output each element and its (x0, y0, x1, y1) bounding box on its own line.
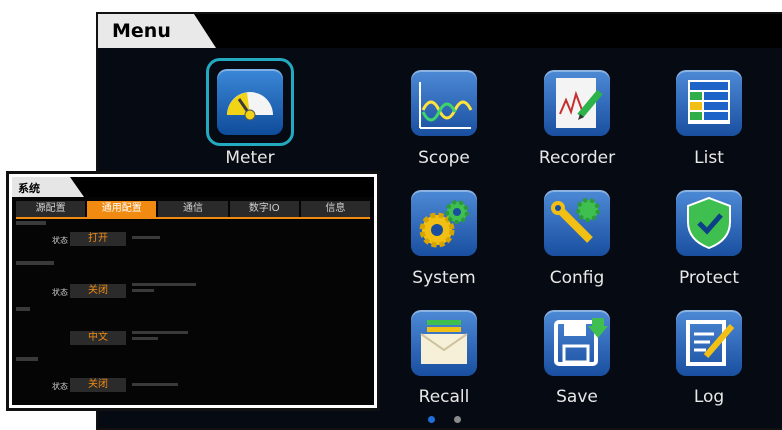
menu-title: Menu (112, 20, 171, 42)
menu-header: Menu (98, 14, 782, 48)
value-field-1[interactable]: 打开 (70, 232, 126, 246)
app-label-meter: Meter (225, 148, 275, 168)
app-config[interactable] (544, 190, 610, 256)
settings-title: 系统 (18, 183, 40, 195)
waveform-icon (419, 82, 473, 129)
tab-digital-io[interactable]: 数字IO (229, 201, 299, 217)
app-label-list: List (694, 148, 724, 168)
section-heading-4 (16, 357, 38, 361)
row-label-1: 状态 (52, 236, 68, 245)
note-3b (132, 337, 158, 340)
gears-icon (419, 200, 469, 248)
notepad-icon (686, 320, 735, 366)
app-label-system: System (412, 268, 476, 288)
settings-inset: 系统 源配置 通用配置 通信 数字IO 信息 状态 打开 状态 关闭 中文 状态… (6, 171, 380, 411)
section-heading-3 (16, 307, 30, 311)
page-dot[interactable] (454, 416, 461, 423)
value-field-2[interactable]: 关闭 (70, 284, 126, 298)
settings-title-tab: 系统 (12, 177, 84, 197)
app-label-log: Log (693, 387, 725, 407)
app-meter[interactable] (217, 69, 283, 135)
tab-source-config[interactable]: 源配置 (16, 201, 86, 217)
app-label-save: Save (556, 387, 598, 407)
app-label-recorder: Recorder (538, 148, 616, 168)
recall-tray-icon (420, 320, 468, 364)
app-scope[interactable] (411, 70, 477, 136)
shield-check-icon (687, 196, 731, 250)
app-system[interactable] (411, 190, 477, 256)
settings-header: 系统 (12, 177, 374, 197)
app-recall[interactable] (411, 310, 477, 376)
app-save[interactable] (544, 310, 610, 376)
list-icon (688, 80, 730, 124)
menu-title-tab: Menu (98, 14, 216, 48)
tab-underline (16, 217, 370, 219)
app-label-protect: Protect (678, 268, 740, 288)
row-label-4: 状态 (52, 382, 68, 391)
app-recorder[interactable] (544, 70, 610, 136)
row-label-2: 状态 (52, 288, 68, 297)
value-field-3[interactable]: 中文 (70, 331, 126, 345)
tab-communication[interactable]: 通信 (158, 201, 228, 217)
note-2b (132, 289, 154, 292)
section-heading-1 (16, 221, 46, 225)
section-heading-2 (16, 261, 54, 265)
settings-screen: 系统 源配置 通用配置 通信 数字IO 信息 状态 打开 状态 关闭 中文 状态… (12, 177, 374, 405)
settings-tabbar: 源配置 通用配置 通信 数字IO 信息 (16, 201, 371, 217)
app-protect[interactable] (676, 190, 742, 256)
tab-info[interactable]: 信息 (300, 201, 371, 217)
app-label-scope: Scope (418, 148, 470, 168)
note-3a (132, 331, 188, 334)
app-label-config: Config (549, 268, 605, 288)
page-dot-active[interactable] (428, 416, 435, 423)
meter-gauge-icon (227, 92, 273, 121)
note-4 (132, 383, 178, 386)
recorder-chart-icon (556, 78, 603, 128)
wrench-gear-icon (551, 198, 600, 243)
tab-general-config[interactable]: 通用配置 (87, 201, 157, 217)
value-field-4[interactable]: 关闭 (70, 378, 126, 392)
note-2a (132, 283, 196, 286)
app-label-recall: Recall (418, 387, 470, 407)
app-list[interactable] (676, 70, 742, 136)
note-1 (132, 236, 160, 239)
app-log[interactable] (676, 310, 742, 376)
floppy-disk-icon (554, 318, 608, 366)
